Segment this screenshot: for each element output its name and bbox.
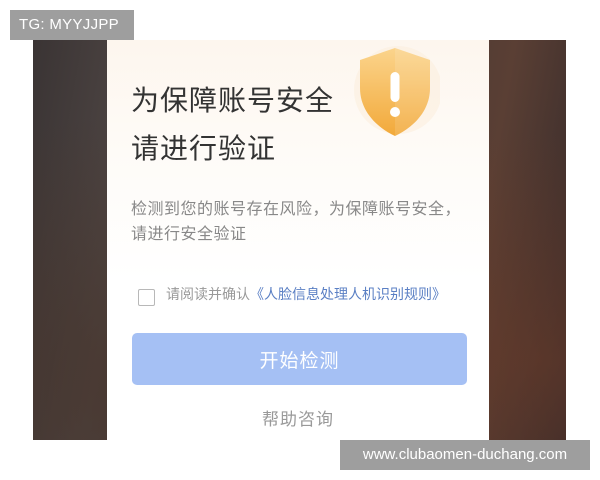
risk-description: 检测到您的账号存在风险，为保障账号安全，请进行安全验证: [131, 199, 462, 243]
agreement-prefix: 请阅读并确认: [166, 287, 250, 303]
dialog-title-line2: 请进行验证: [131, 132, 277, 165]
agreement-row: 请阅读并确认《人脸信息处理人机识别规则》: [138, 286, 468, 306]
face-info-rules-link[interactable]: 《人脸信息处理人机识别规则》: [250, 287, 446, 303]
agreement-text: 请阅读并确认《人脸信息处理人机识别规则》: [166, 286, 446, 305]
watermark-top-left: TG: MYYJJPP: [10, 10, 134, 40]
agreement-checkbox[interactable]: [138, 289, 155, 306]
help-consult-link[interactable]: 帮助咨询: [107, 405, 489, 430]
watermark-bottom-right: www.clubaomen-duchang.com: [340, 440, 590, 470]
dialog-title-line1: 为保障账号安全: [131, 84, 335, 117]
start-detection-button[interactable]: 开始检测: [132, 333, 467, 385]
shield-warning-icon: [350, 42, 440, 140]
